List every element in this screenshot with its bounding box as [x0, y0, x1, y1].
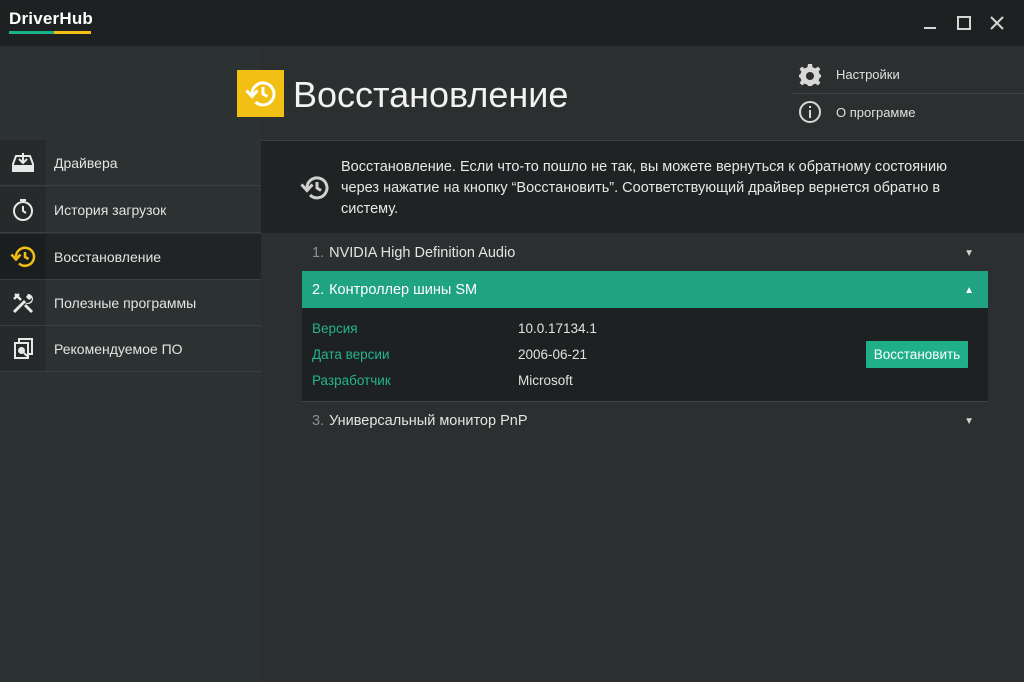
- sidebar: Драйвера История загрузок Восстановление: [0, 46, 261, 682]
- close-button[interactable]: [982, 8, 1012, 38]
- gear-icon: [799, 63, 821, 86]
- driver-row-header[interactable]: 3. Универсальный монитор PnP ▼: [302, 402, 988, 439]
- minimize-icon: [924, 27, 936, 29]
- restore-title-icon: [237, 70, 284, 117]
- tools-icon: [0, 280, 46, 325]
- settings-link[interactable]: Настройки: [792, 56, 1024, 93]
- sidebar-item-drivers[interactable]: Драйвера: [0, 140, 261, 186]
- page-title: Восстановление: [293, 74, 569, 115]
- clock-icon: [0, 187, 46, 232]
- driver-row-expanded[interactable]: 2. Контроллер шины SM ▲ Версия 10.0.1713…: [302, 271, 988, 401]
- info-icon: [799, 101, 821, 123]
- sidebar-item-label: История загрузок: [54, 201, 167, 218]
- recommended-apps-icon: [0, 326, 46, 371]
- developer-label: Разработчик: [312, 373, 391, 388]
- driver-name: NVIDIA High Definition Audio: [329, 244, 516, 261]
- minimize-button[interactable]: [915, 8, 945, 38]
- driver-details: Версия 10.0.17134.1 Дата версии 2006-06-…: [302, 308, 988, 401]
- version-label: Версия: [312, 321, 358, 336]
- title-bar: DriverHub: [0, 0, 1024, 46]
- sidebar-item-label: Драйвера: [54, 154, 118, 171]
- about-link[interactable]: О программе: [792, 93, 1024, 130]
- settings-label: Настройки: [836, 67, 900, 82]
- version-date-value: 2006-06-21: [518, 347, 588, 362]
- driver-row[interactable]: 1. NVIDIA High Definition Audio ▼: [302, 234, 988, 271]
- sidebar-item-label: Рекомендуемое ПО: [54, 340, 183, 357]
- driver-number: 3.: [312, 412, 325, 429]
- sidebar-item-label: Восстановление: [54, 248, 162, 265]
- close-icon: [990, 16, 1004, 30]
- driver-name: Универсальный монитор PnP: [329, 412, 528, 429]
- sidebar-item-download-history[interactable]: История загрузок: [0, 187, 261, 233]
- version-value: 10.0.17134.1: [518, 321, 597, 336]
- version-date-label: Дата версии: [312, 347, 390, 362]
- main-panel: Восстановление Настройки О программе Вос…: [237, 46, 1024, 682]
- logo-underline: [9, 31, 91, 34]
- info-banner: Восстановление. Если что-то пошло не так…: [261, 140, 1024, 233]
- chevron-down-icon: ▼: [964, 416, 974, 427]
- restore-button[interactable]: Восстановить: [866, 341, 968, 368]
- driver-row-header[interactable]: 2. Контроллер шины SM ▲: [302, 271, 988, 308]
- history-icon: [300, 176, 329, 200]
- driver-name: Контроллер шины SM: [329, 281, 478, 298]
- app-logo: DriverHub: [9, 9, 93, 28]
- page-header: Восстановление Настройки О программе: [237, 46, 1024, 140]
- maximize-button[interactable]: [949, 8, 979, 38]
- chevron-down-icon: ▼: [964, 248, 974, 259]
- driver-row-header[interactable]: 1. NVIDIA High Definition Audio ▼: [302, 234, 988, 271]
- download-drive-icon: [0, 140, 46, 185]
- driver-row[interactable]: 3. Универсальный монитор PnP ▼: [302, 402, 988, 439]
- driver-number: 1.: [312, 244, 325, 261]
- about-label: О программе: [836, 104, 916, 120]
- info-text: Восстановление. Если что-то пошло не так…: [341, 159, 948, 217]
- top-menu: Настройки О программе: [792, 56, 1024, 130]
- sidebar-item-recommended-software[interactable]: Рекомендуемое ПО: [0, 326, 261, 372]
- driver-number: 2.: [312, 281, 325, 298]
- developer-value: Microsoft: [518, 373, 573, 388]
- sidebar-item-label: Полезные программы: [54, 294, 197, 311]
- maximize-icon: [957, 16, 971, 30]
- restore-icon: [0, 234, 46, 279]
- sidebar-item-restore[interactable]: Восстановление: [0, 234, 261, 280]
- sidebar-item-useful-programs[interactable]: Полезные программы: [0, 280, 261, 326]
- chevron-up-icon: ▲: [964, 285, 974, 296]
